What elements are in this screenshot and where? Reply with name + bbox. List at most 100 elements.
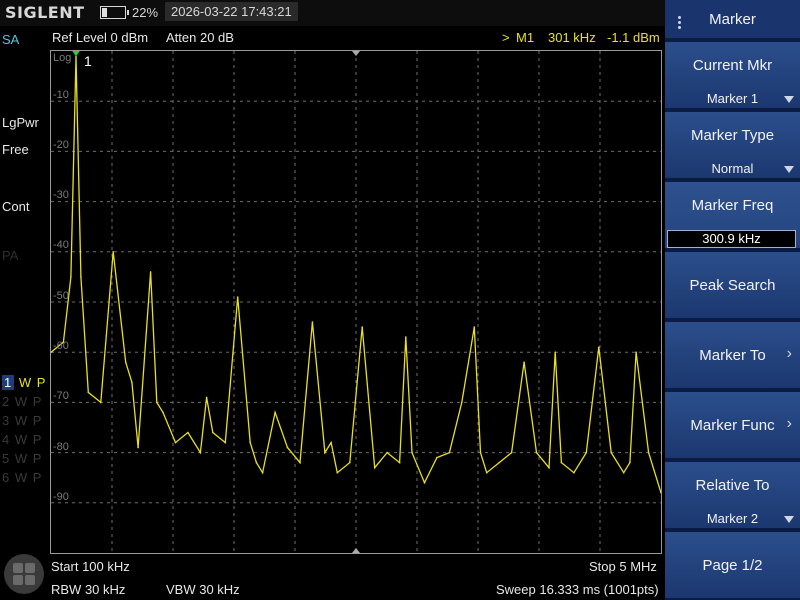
trace-point bbox=[224, 441, 227, 444]
trace-point bbox=[510, 451, 513, 454]
trace-point bbox=[330, 441, 332, 444]
trace-point bbox=[523, 361, 525, 364]
trace-row-2[interactable]: 2 W P bbox=[2, 394, 42, 409]
y-tick-label: -60 bbox=[53, 340, 69, 352]
trace-write-mode: W bbox=[14, 432, 29, 447]
trace-row-3[interactable]: 3 W P bbox=[2, 413, 42, 428]
trace-point bbox=[373, 466, 376, 469]
marker-type-softkey[interactable]: Marker Type Normal bbox=[665, 112, 800, 180]
app-launcher-button[interactable] bbox=[0, 550, 48, 600]
trace-row-4[interactable]: 4 W P bbox=[2, 432, 42, 447]
trace-point bbox=[286, 446, 289, 449]
mode-label: SA bbox=[2, 32, 20, 47]
trace-point bbox=[398, 461, 401, 464]
trace-detector: P bbox=[32, 413, 43, 428]
y-tick-label: -70 bbox=[53, 390, 69, 402]
softkey-label: Page 1/2 bbox=[702, 557, 763, 574]
trace-point bbox=[629, 461, 631, 464]
brand-logo: SIGLENT bbox=[5, 3, 85, 22]
dropdown-arrow-icon bbox=[784, 96, 794, 103]
softkey-value: Normal bbox=[711, 161, 754, 176]
softkey-label: Marker Freq bbox=[691, 197, 774, 214]
marker-to-softkey[interactable]: Marker To › bbox=[665, 322, 800, 390]
marker-1-label: 1 bbox=[84, 53, 92, 69]
marker-freq-softkey[interactable]: Marker Freq 300.9 kHz bbox=[665, 182, 800, 250]
trace-write-mode: W bbox=[14, 394, 29, 409]
dropdown-arrow-icon bbox=[784, 166, 794, 173]
trace-point bbox=[361, 326, 364, 328]
preamp-label: PA bbox=[2, 248, 19, 263]
trace-point bbox=[299, 461, 301, 464]
marker-1-indicator bbox=[72, 51, 80, 57]
datetime: 2026-03-22 17:43:21 bbox=[165, 2, 298, 21]
trace-number: 3 bbox=[2, 413, 11, 428]
marker-freq-input[interactable]: 300.9 kHz bbox=[667, 230, 796, 248]
trace-point bbox=[411, 451, 413, 454]
y-tick-label: -30 bbox=[53, 189, 69, 201]
trace-point bbox=[80, 276, 82, 278]
trace-point bbox=[156, 401, 158, 404]
trace-point bbox=[573, 471, 575, 474]
trace-write-mode: W bbox=[14, 451, 29, 466]
trace-point bbox=[647, 451, 650, 454]
trace-detector: P bbox=[32, 394, 43, 409]
trace-point bbox=[162, 411, 164, 414]
trace-point bbox=[448, 451, 451, 454]
trace-point bbox=[622, 471, 625, 474]
spectrum-plot[interactable]: Log -10 -20 -30 -40 -50 -60 -70 -80 -90 … bbox=[50, 50, 662, 554]
sweep-time: Sweep 16.333 ms (1001pts) bbox=[496, 582, 659, 597]
trace-point bbox=[249, 441, 251, 444]
trace-point bbox=[535, 451, 538, 454]
trace-detector: P bbox=[32, 470, 43, 485]
center-bottom-marker bbox=[352, 548, 360, 553]
trace-point bbox=[598, 346, 600, 349]
trace-point bbox=[324, 451, 326, 454]
trace-row-6[interactable]: 6 W P bbox=[2, 470, 42, 485]
marker-func-softkey[interactable]: Marker Func › bbox=[665, 392, 800, 460]
menu-title: Marker bbox=[709, 11, 756, 28]
trace-point bbox=[585, 451, 588, 454]
relative-to-softkey[interactable]: Relative To Marker 2 bbox=[665, 462, 800, 530]
trace-number: 2 bbox=[2, 394, 11, 409]
spectrum-graticule bbox=[51, 51, 661, 553]
trace-point bbox=[479, 451, 482, 454]
trace-point bbox=[473, 326, 476, 328]
stop-freq: Stop 5 MHz bbox=[589, 559, 657, 574]
trace-point bbox=[149, 271, 152, 273]
y-tick-label: -20 bbox=[53, 139, 69, 151]
trace-point bbox=[261, 471, 264, 474]
trace-write-mode: W bbox=[14, 413, 29, 428]
trace-row-1[interactable]: 1 W P bbox=[2, 375, 46, 390]
trace-point bbox=[124, 361, 127, 364]
page-softkey[interactable]: Page 1/2 bbox=[665, 532, 800, 600]
marker-readout-arrow: > bbox=[502, 30, 510, 45]
peak-search-softkey[interactable]: Peak Search bbox=[665, 252, 800, 320]
trace-row-5[interactable]: 5 W P bbox=[2, 451, 42, 466]
softkey-label: Marker To bbox=[699, 347, 766, 364]
apps-grid-icon bbox=[4, 554, 44, 594]
y-tick-label: -40 bbox=[53, 239, 69, 251]
trace-point bbox=[461, 401, 463, 404]
y-tick-label: -90 bbox=[53, 491, 69, 503]
y-tick-label: -80 bbox=[53, 441, 69, 453]
trace-point bbox=[436, 456, 438, 459]
center-top-marker bbox=[352, 51, 360, 56]
battery-level-fill bbox=[102, 8, 107, 17]
ref-level: Ref Level 0 dBm bbox=[52, 30, 149, 45]
trace-point bbox=[212, 431, 214, 434]
trace-number: 5 bbox=[2, 451, 11, 466]
current-mkr-softkey[interactable]: Current Mkr Marker 1 bbox=[665, 42, 800, 110]
trace-point bbox=[131, 381, 133, 384]
trace-point bbox=[349, 461, 351, 464]
softkey-value: Marker 1 bbox=[706, 91, 759, 106]
trace-point bbox=[311, 321, 314, 323]
rbw-value: RBW 30 kHz bbox=[51, 582, 126, 597]
softkey-value: Marker 2 bbox=[706, 511, 759, 526]
chevron-right-icon: › bbox=[786, 345, 792, 362]
battery-icon bbox=[100, 6, 129, 19]
trace-point bbox=[423, 481, 426, 484]
trace-point bbox=[386, 451, 388, 454]
trace-number: 1 bbox=[2, 375, 15, 390]
softkey-label: Relative To bbox=[695, 477, 770, 494]
softkey-label: Marker Func bbox=[690, 417, 775, 434]
